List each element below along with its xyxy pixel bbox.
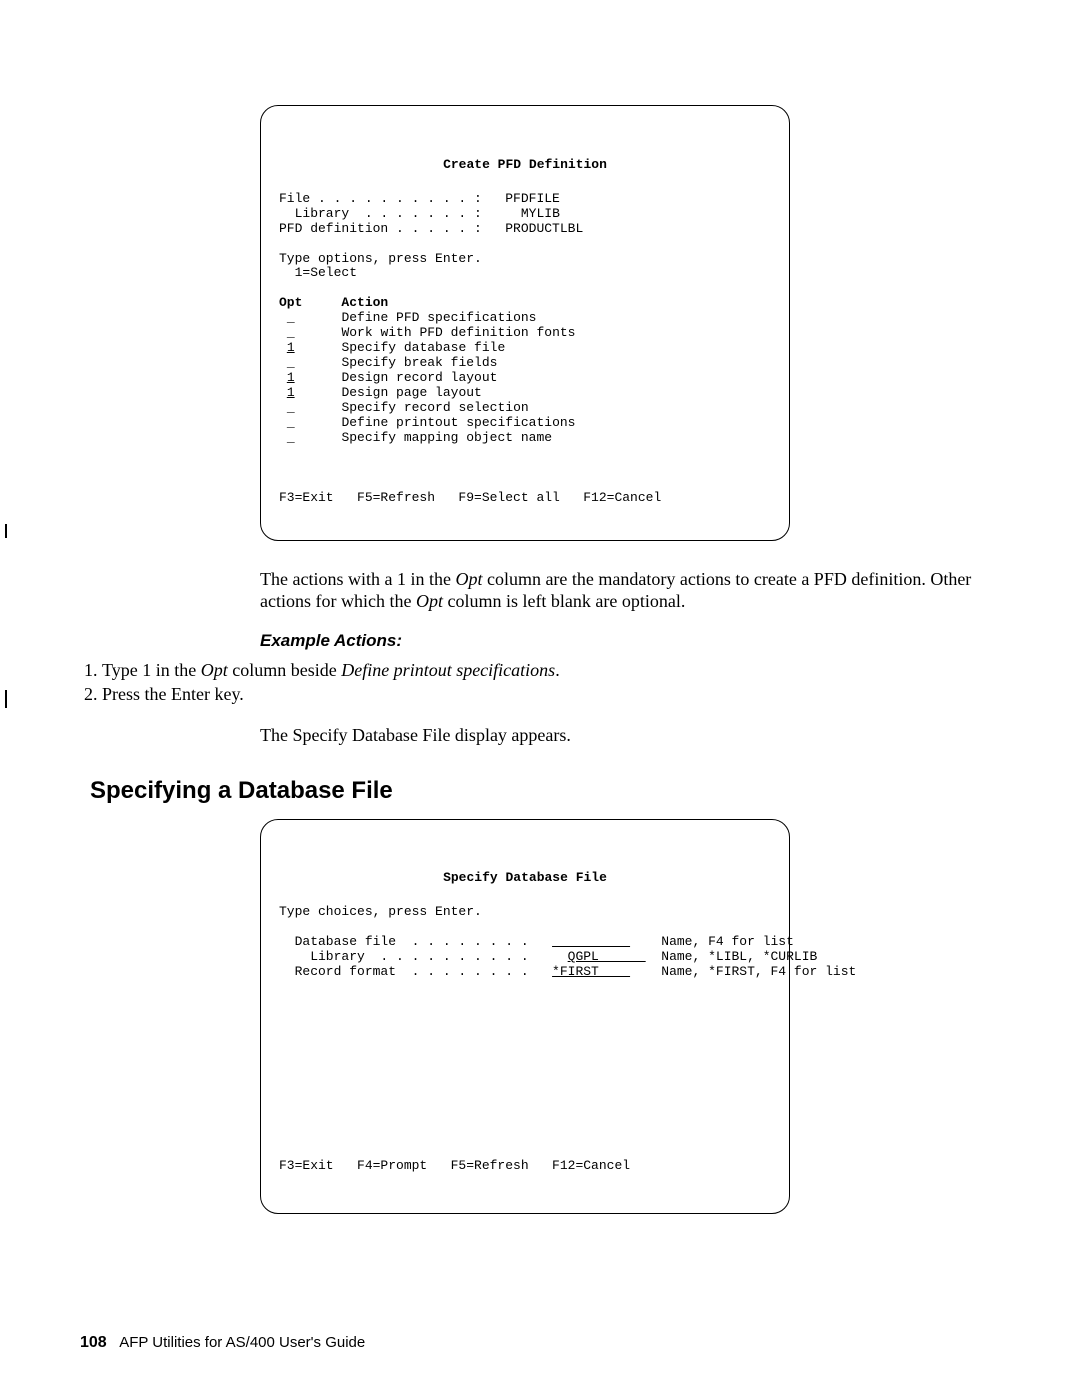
section-heading: Specifying a Database File: [90, 777, 1000, 805]
instruction-line: 1=Select: [279, 265, 357, 280]
action-cell: Specify break fields: [341, 355, 497, 370]
field-pfddef-label: PFD definition . . . . . :: [279, 221, 482, 236]
terminal-title: Create PFD Definition: [279, 158, 771, 173]
fkey-line: F3=Exit F4=Prompt F5=Refresh F12=Cancel: [279, 1158, 630, 1173]
opt-cell[interactable]: _: [287, 430, 295, 445]
list-item: Type 1 in the Opt column beside Define p…: [102, 658, 862, 682]
footer-title: AFP Utilities for AS/400 User's Guide: [119, 1334, 365, 1351]
opt-cell[interactable]: _: [287, 415, 295, 430]
terminal-title: Specify Database File: [279, 871, 771, 886]
action-cell: Specify database file: [341, 340, 505, 355]
opt-cell[interactable]: _: [287, 325, 295, 340]
field-library-value: MYLIB: [521, 206, 560, 221]
example-actions-heading: Example Actions:: [260, 631, 1020, 652]
body-paragraph: The actions with a 1 in the Opt column a…: [260, 569, 1020, 613]
opt-cell[interactable]: _: [287, 400, 295, 415]
opt-cell[interactable]: _: [287, 310, 295, 325]
field-label: Library . . . . . . . . . .: [279, 949, 529, 964]
action-cell: Define printout specifications: [341, 415, 575, 430]
terminal-create-pfd: Create PFD Definition File . . . . . . .…: [260, 105, 790, 541]
body-paragraph: The Specify Database File display appear…: [260, 725, 1020, 747]
field-file-value: PFDFILE: [505, 191, 560, 206]
opt-cell[interactable]: 1: [287, 340, 295, 355]
field-library-label: Library . . . . . . . :: [279, 206, 482, 221]
recfmt-input[interactable]: *FIRST: [552, 964, 630, 979]
action-cell: Specify record selection: [341, 400, 528, 415]
opt-cell[interactable]: 1: [287, 385, 295, 400]
action-cell: Design record layout: [341, 370, 497, 385]
opt-cell[interactable]: _: [287, 355, 295, 370]
col-action: Action: [341, 295, 388, 310]
revision-bar: [5, 524, 7, 538]
terminal-specify-dbfile: Specify Database File Type choices, pres…: [260, 819, 790, 1215]
library-input[interactable]: QGPL: [568, 949, 646, 964]
field-hint: Name, F4 for list: [661, 934, 794, 949]
page-number: 108: [80, 1334, 107, 1351]
action-cell: Design page layout: [341, 385, 481, 400]
action-cell: Specify mapping object name: [341, 430, 552, 445]
dbfile-input[interactable]: [552, 934, 630, 949]
list-item: Press the Enter key.: [102, 682, 862, 706]
example-steps: Type 1 in the Opt column beside Define p…: [102, 658, 862, 707]
fkey-line: F3=Exit F5=Refresh F9=Select all F12=Can…: [279, 490, 661, 505]
field-pfddef-value: PRODUCTLBL: [505, 221, 583, 236]
field-label: Database file . . . . . . . .: [279, 934, 529, 949]
field-file-label: File . . . . . . . . . . :: [279, 191, 482, 206]
field-label: Record format . . . . . . . .: [279, 964, 529, 979]
instruction-line: Type choices, press Enter.: [279, 904, 482, 919]
page-footer: 108 AFP Utilities for AS/400 User's Guid…: [80, 1334, 365, 1352]
opt-cell[interactable]: 1: [287, 370, 295, 385]
revision-bar: [5, 690, 7, 708]
action-cell: Define PFD specifications: [341, 310, 536, 325]
col-opt: Opt: [279, 295, 302, 310]
field-hint: Name, *LIBL, *CURLIB: [661, 949, 817, 964]
field-hint: Name, *FIRST, F4 for list: [661, 964, 856, 979]
action-cell: Work with PFD definition fonts: [341, 325, 575, 340]
instruction-line: Type options, press Enter.: [279, 251, 482, 266]
